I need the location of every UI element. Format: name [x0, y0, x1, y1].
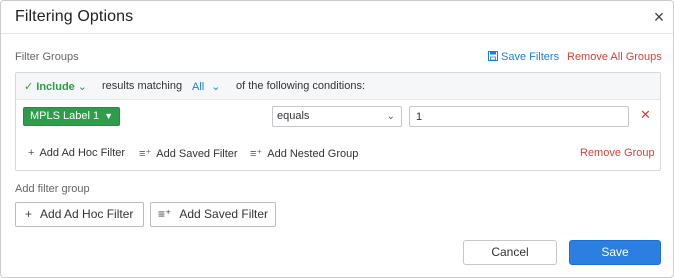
save-icon	[488, 51, 498, 61]
add-ad-hoc-filter-button[interactable]: + Add Ad Hoc Filter	[28, 147, 125, 159]
filter-groups-label: Filter Groups	[15, 51, 79, 63]
chevron-down-icon: ⌄	[211, 81, 221, 93]
add-nested-group-button[interactable]: ≡⁺ Add Nested Group	[250, 147, 358, 160]
chevron-down-icon: ⌄	[386, 111, 395, 122]
nested-group-icon: ≡⁺	[250, 148, 263, 160]
dialog-title: Filtering Options	[15, 8, 134, 25]
chevron-down-icon: ⌄	[77, 81, 88, 93]
filter-group: ✓ Include ⌄ results matching All ⌄ of the …	[15, 72, 661, 171]
add-ad-hoc-filter-group-label: Add Ad Hoc Filter	[40, 207, 134, 221]
following-conditions-text: of the following conditions:	[236, 80, 366, 92]
add-ad-hoc-filter-group-button[interactable]: + Add Ad Hoc Filter	[15, 202, 144, 227]
include-label: Include	[36, 81, 75, 93]
operator-select[interactable]: equals ⌄	[272, 106, 402, 127]
add-saved-filter-button[interactable]: ≡⁺ Add Saved Filter	[139, 147, 238, 160]
remove-all-groups-link[interactable]: Remove All Groups	[567, 51, 662, 63]
match-mode-label: All	[192, 81, 205, 93]
close-icon[interactable]: ×	[651, 8, 667, 26]
dialog-header: Filtering Options ×	[1, 1, 673, 34]
add-nested-group-label: Add Nested Group	[267, 148, 359, 160]
remove-group-link[interactable]: Remove Group	[580, 147, 655, 159]
cancel-button[interactable]: Cancel	[463, 240, 557, 265]
add-filter-group-label: Add filter group	[15, 183, 90, 195]
save-filters-link[interactable]: Save Filters	[488, 51, 559, 63]
field-dropdown[interactable]: MPLS Label 1 ▼	[23, 107, 121, 126]
check-icon: ✓	[24, 81, 34, 93]
operator-value: equals	[277, 110, 310, 122]
save-filters-label: Save Filters	[501, 51, 560, 63]
save-button[interactable]: Save	[569, 240, 661, 265]
filter-group-header: ✓ Include ⌄ results matching All ⌄ of the …	[16, 73, 660, 100]
chevron-down-icon: ▼	[104, 111, 114, 121]
saved-filter-icon: ≡⁺	[139, 148, 152, 160]
condition-value-input[interactable]	[409, 106, 629, 127]
add-saved-filter-group-button[interactable]: ≡⁺ Add Saved Filter	[150, 202, 276, 227]
plus-icon: +	[28, 147, 35, 159]
filtering-options-dialog: Filtering Options × Filter Groups Save F…	[0, 0, 674, 278]
add-saved-filter-group-label: Add Saved Filter	[179, 207, 269, 221]
plus-icon: +	[25, 207, 33, 221]
field-label: MPLS Label 1	[30, 110, 100, 122]
remove-condition-icon[interactable]: ✕	[640, 108, 651, 122]
match-mode-dropdown[interactable]: All ⌄	[192, 80, 220, 93]
add-saved-filter-label: Add Saved Filter	[156, 148, 238, 160]
include-dropdown[interactable]: ✓ Include ⌄	[24, 80, 87, 93]
results-matching-text: results matching	[102, 80, 183, 92]
saved-filter-icon: ≡⁺	[158, 207, 172, 221]
add-ad-hoc-filter-label: Add Ad Hoc Filter	[39, 147, 126, 159]
